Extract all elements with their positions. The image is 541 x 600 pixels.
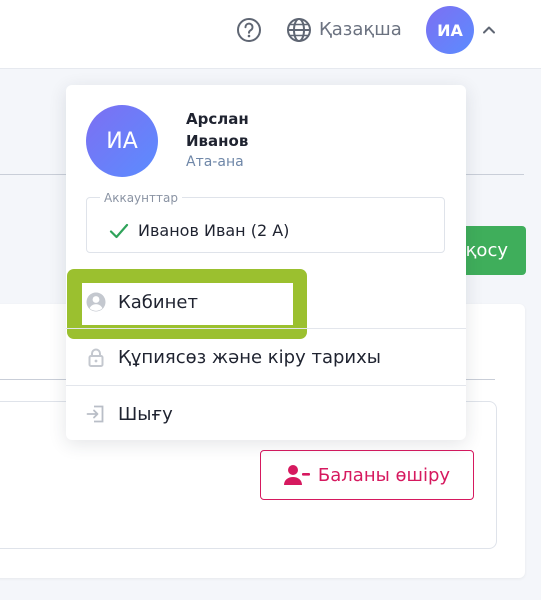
remove-child-label: Баланы өшіру xyxy=(317,464,451,486)
avatar[interactable]: ИА xyxy=(426,6,474,54)
menu-item-cabinet-label[interactable]: Кабинет xyxy=(118,291,198,315)
language-selector[interactable]: Қазақша xyxy=(319,18,402,42)
accounts-legend: Аккаунттар xyxy=(100,191,182,205)
chevron-up-icon[interactable] xyxy=(481,22,497,38)
globe-icon[interactable] xyxy=(286,17,312,43)
logout-icon xyxy=(86,405,104,423)
top-bar: Қазақша ИА xyxy=(0,0,541,69)
user-minus-icon xyxy=(283,465,310,485)
add-button-label: қосу xyxy=(465,240,508,261)
user-role: Ата-ана xyxy=(186,154,244,170)
menu-item-password-label[interactable]: Құпиясөз және кіру тарихы xyxy=(118,346,381,370)
user-circle-icon xyxy=(86,292,106,312)
menu-divider xyxy=(66,385,466,386)
user-first-name: Арслан xyxy=(186,110,249,128)
account-item[interactable]: Иванов Иван (2 А) xyxy=(138,220,289,242)
lock-icon xyxy=(88,348,104,367)
user-full-name: Арслан Иванов xyxy=(186,108,306,152)
check-icon xyxy=(109,223,129,239)
menu-divider xyxy=(66,328,466,329)
remove-child-button[interactable]: Баланы өшіру xyxy=(260,450,474,500)
profile-avatar: ИА xyxy=(86,105,158,177)
user-last-name: Иванов xyxy=(186,132,249,150)
question-circle-icon[interactable] xyxy=(236,17,262,43)
menu-item-logout-label[interactable]: Шығу xyxy=(118,403,173,427)
